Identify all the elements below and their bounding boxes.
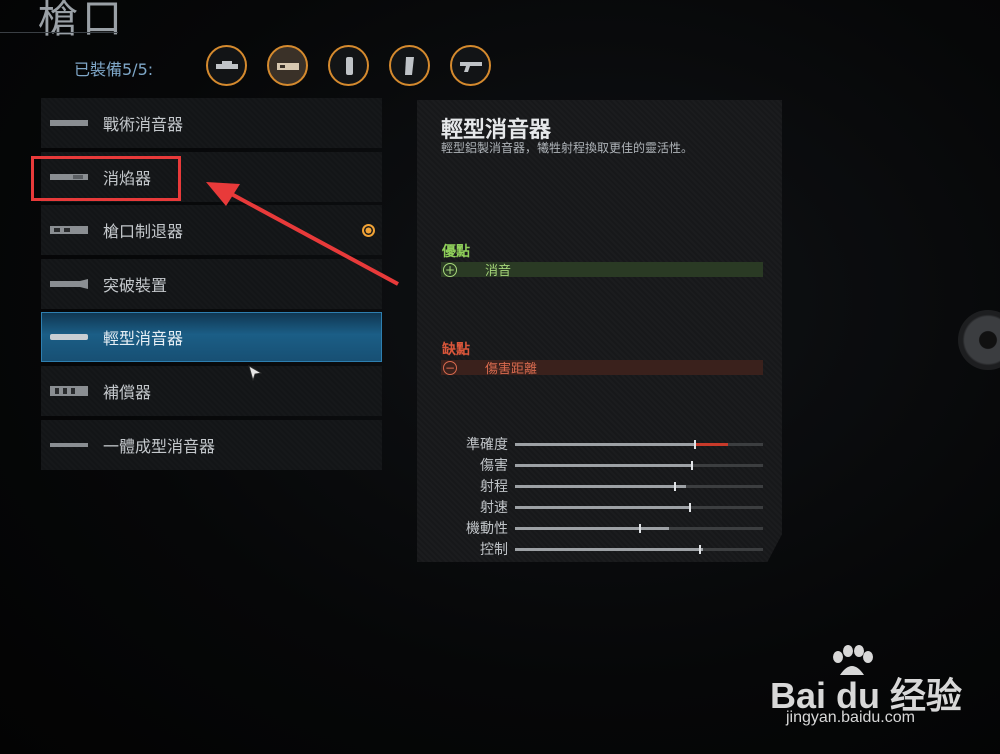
scope-icon bbox=[215, 60, 238, 69]
grip-icon bbox=[345, 56, 353, 75]
list-item-light-suppressor[interactable]: 輕型消音器 bbox=[41, 312, 382, 363]
stat-row: 射程 bbox=[417, 476, 782, 496]
stat-delta bbox=[639, 527, 669, 530]
stat-delta bbox=[693, 443, 729, 446]
stat-marker bbox=[693, 440, 696, 449]
stat-row: 準確度 bbox=[417, 434, 782, 454]
annotation-highlight-box bbox=[31, 156, 181, 201]
list-item-tactical-suppressor[interactable]: 戰術消音器 bbox=[41, 98, 382, 148]
title-divider bbox=[0, 32, 118, 33]
integrated-suppressor-icon bbox=[50, 442, 88, 447]
stat-track bbox=[515, 545, 763, 554]
stat-name: 機動性 bbox=[466, 521, 508, 537]
slot-scope[interactable] bbox=[206, 45, 247, 86]
stat-name: 準確度 bbox=[466, 437, 508, 453]
list-item-label: 輕型消音器 bbox=[103, 329, 184, 349]
stat-fill bbox=[515, 443, 694, 446]
muzzle-icon bbox=[276, 62, 299, 70]
light-suppressor-icon bbox=[50, 334, 88, 341]
slot-grip[interactable] bbox=[328, 45, 369, 86]
stat-track bbox=[515, 503, 763, 512]
detail-description: 輕型鋁製消音器，犧牲射程換取更佳的靈活性。 bbox=[441, 141, 694, 155]
stat-fill bbox=[515, 527, 639, 530]
slot-magazine[interactable] bbox=[389, 45, 430, 86]
stat-name: 傷害 bbox=[480, 458, 508, 474]
slot-muzzle[interactable] bbox=[267, 45, 308, 86]
tactical-suppressor-icon bbox=[50, 120, 88, 126]
magazine-icon bbox=[404, 56, 414, 75]
con-item-label: 傷害距離 bbox=[485, 362, 538, 377]
stat-row: 射速 bbox=[417, 497, 782, 517]
pro-item: 消音 bbox=[441, 262, 763, 279]
stat-row: 控制 bbox=[417, 539, 782, 559]
list-item-label: 補償器 bbox=[103, 382, 152, 402]
baidu-watermark: Bai du 经验 jingyan.baidu.com bbox=[770, 645, 1000, 735]
stock-icon bbox=[459, 61, 482, 72]
stat-marker bbox=[691, 461, 694, 470]
plus-icon: + bbox=[443, 263, 457, 277]
slot-stock[interactable] bbox=[450, 45, 491, 86]
stat-fill bbox=[515, 548, 699, 551]
mouse-cursor-icon bbox=[248, 365, 262, 381]
detail-panel: 輕型消音器 輕型鋁製消音器，犧牲射程換取更佳的靈活性。 優點 消音 + 缺點 傷… bbox=[417, 100, 782, 562]
stat-row: 傷害 bbox=[417, 455, 782, 475]
muzzle-brake-icon bbox=[50, 226, 88, 235]
list-item-label: 戰術消音器 bbox=[103, 115, 184, 134]
stat-name: 控制 bbox=[480, 542, 508, 558]
stat-track bbox=[515, 524, 763, 533]
pros-heading: 優點 bbox=[442, 244, 470, 260]
stat-name: 射程 bbox=[480, 479, 508, 495]
breacher-device-icon bbox=[50, 278, 88, 289]
con-item: 傷害距離 bbox=[441, 360, 763, 377]
cons-heading: 缺點 bbox=[442, 342, 470, 358]
list-item-label: 槍口制退器 bbox=[103, 222, 184, 242]
list-item-compensator[interactable]: 補償器 bbox=[41, 365, 382, 416]
list-item-label: 突破裝置 bbox=[103, 275, 168, 295]
stat-marker bbox=[698, 545, 701, 554]
compensator-icon bbox=[50, 385, 88, 396]
annotation-arrow-icon bbox=[206, 182, 399, 286]
stat-row: 機動性 bbox=[417, 518, 782, 538]
stat-track bbox=[515, 440, 763, 449]
stat-track bbox=[515, 461, 763, 470]
stat-track bbox=[515, 482, 763, 491]
minus-icon: − bbox=[443, 361, 457, 375]
stat-marker bbox=[673, 482, 676, 491]
equipped-count-label: 已裝備5/5: bbox=[74, 60, 154, 79]
stat-fill bbox=[515, 506, 689, 509]
list-item-integrated-suppressor[interactable]: 一體成型消音器 bbox=[41, 419, 382, 470]
stat-fill bbox=[515, 485, 674, 488]
stat-marker bbox=[688, 503, 691, 512]
watermark-url: jingyan.baidu.com bbox=[786, 709, 915, 726]
stat-marker bbox=[639, 524, 641, 533]
page-title: 槍口 bbox=[38, 0, 126, 42]
pro-item-label: 消音 bbox=[485, 264, 512, 279]
list-item-label: 一體成型消音器 bbox=[103, 436, 216, 456]
attachment-slot-row bbox=[206, 45, 491, 86]
rotary-knob-icon bbox=[958, 310, 1000, 370]
stat-name: 射速 bbox=[480, 500, 508, 516]
stat-fill bbox=[515, 464, 692, 467]
